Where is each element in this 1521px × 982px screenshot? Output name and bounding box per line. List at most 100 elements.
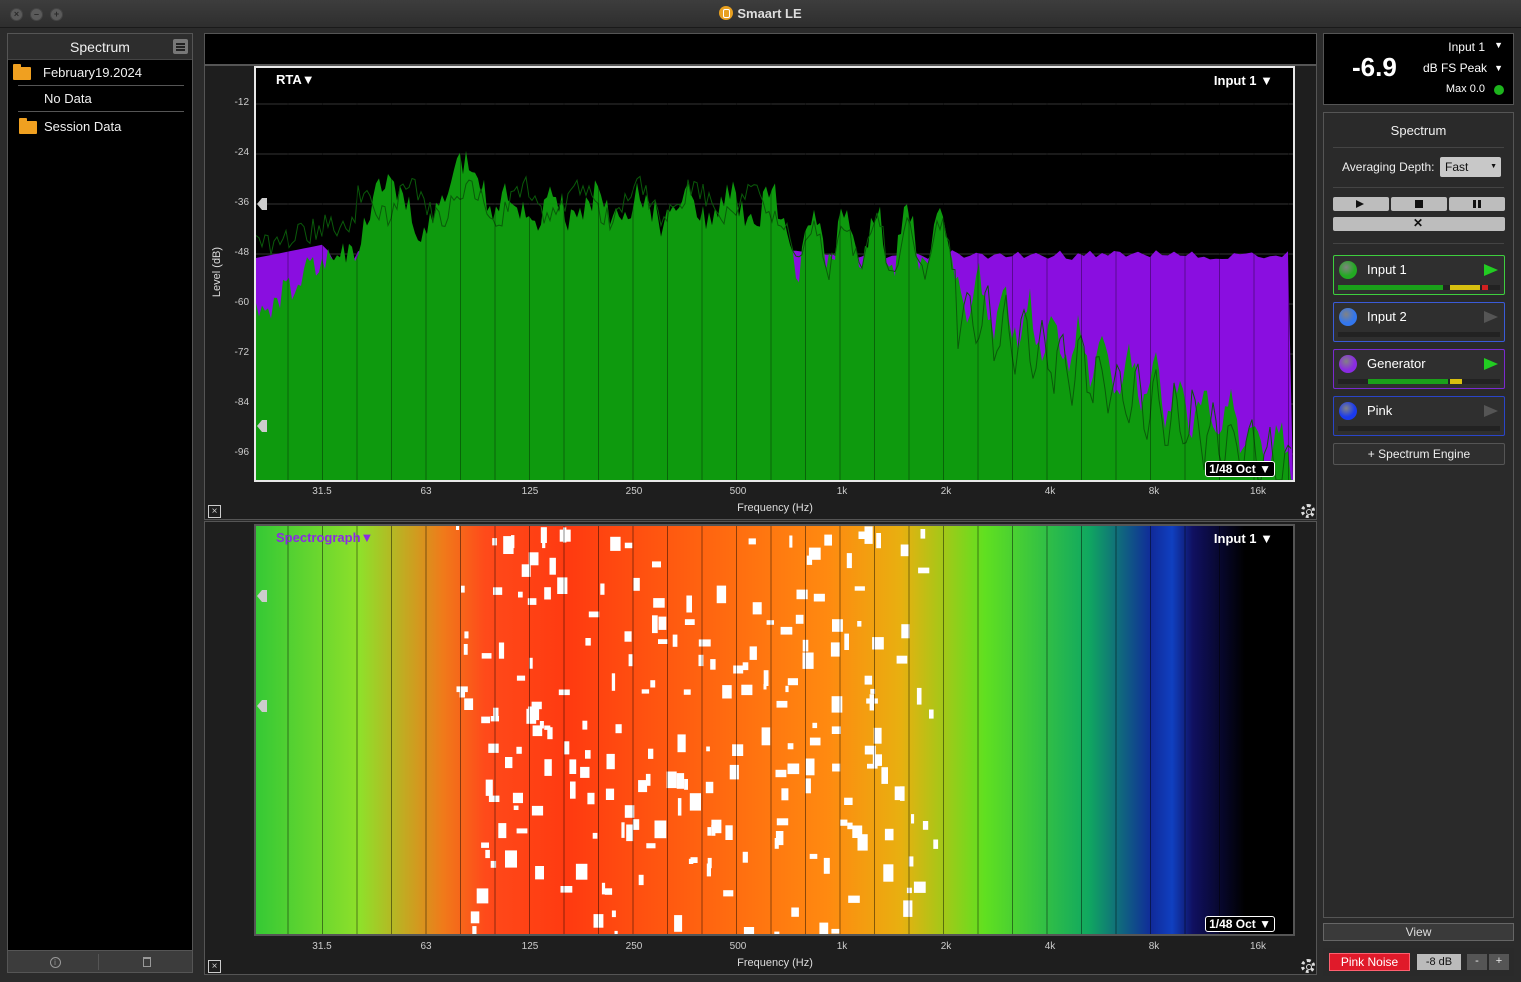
spectrograph-peak <box>633 577 640 591</box>
settings-gear-icon[interactable] <box>1301 504 1315 518</box>
spectrograph-peak <box>775 831 784 846</box>
spectrograph-peak <box>832 619 843 632</box>
level-increase-button[interactable]: + <box>1489 954 1509 970</box>
chevron-down-icon[interactable]: ▼ <box>1494 40 1503 50</box>
pause-button[interactable] <box>1449 197 1505 211</box>
meter-value: -6.9 <box>1352 52 1397 82</box>
measurement-input-1[interactable]: Input 1 <box>1333 255 1505 295</box>
rta-input-selector[interactable]: Input 1 ▼ <box>1214 73 1273 88</box>
spectrograph-peak <box>698 654 704 667</box>
x-tick-label: 125 <box>521 486 539 497</box>
x-tick-label: 8k <box>1148 486 1160 497</box>
view-button[interactable]: View <box>1323 923 1514 941</box>
spectrograph-peak <box>560 886 573 893</box>
spectrograph-peak <box>763 670 769 686</box>
status-led-icon <box>1494 85 1504 95</box>
rta-resolution-selector[interactable]: 1/48 Oct ▼ <box>1205 461 1275 477</box>
meter-unit-selector[interactable]: dB FS Peak <box>1423 61 1487 75</box>
level-decrease-button[interactable]: - <box>1467 954 1487 970</box>
spectrograph-peak <box>488 743 499 753</box>
spectrograph-peak <box>624 631 632 642</box>
spectrograph-peak <box>763 684 767 690</box>
spectrograph-peak <box>929 709 934 719</box>
spectrograph-peak <box>867 763 878 769</box>
spectrograph-peak <box>789 535 793 548</box>
measurement-pink[interactable]: Pink <box>1333 396 1505 436</box>
x-tick-label: 1k <box>836 941 848 952</box>
spectrograph-peak <box>585 750 591 759</box>
spectrograph-peak <box>641 689 650 694</box>
spectrograph-resolution-selector[interactable]: 1/48 Oct ▼ <box>1205 916 1275 932</box>
start-button[interactable] <box>1333 197 1389 211</box>
play-icon <box>1356 200 1364 208</box>
spectrograph-peak <box>787 743 794 750</box>
measurement-color-icon[interactable] <box>1339 308 1357 326</box>
spectrograph-peak <box>684 619 695 625</box>
spectrograph-peak <box>580 766 590 778</box>
spectrograph-peak <box>809 737 821 746</box>
spectrograph-peak <box>824 534 832 546</box>
x-tick-label: 63 <box>420 941 432 952</box>
spectrograph-peak <box>575 863 588 880</box>
measurement-input-2[interactable]: Input 2 <box>1333 302 1505 342</box>
spectrograph-peak <box>831 928 840 934</box>
tree-item-session-data[interactable]: Session Data <box>8 114 192 140</box>
averaging-select[interactable]: Fast ▼ <box>1440 157 1501 177</box>
spectrograph-peak <box>900 544 909 557</box>
chevron-down-icon[interactable]: ▼ <box>1494 63 1503 73</box>
spectrograph-peak <box>638 874 644 886</box>
generator-toggle-button[interactable]: Pink Noise <box>1329 953 1410 971</box>
spectrograph-peak <box>539 721 544 729</box>
spectrograph-peak <box>513 805 519 810</box>
rta-mode-selector[interactable]: RTA▼ <box>276 72 315 87</box>
play-icon[interactable] <box>1484 264 1498 276</box>
generator-bar: Pink Noise -8 dB - + <box>1323 948 1514 976</box>
x-tick-label: 2k <box>940 486 952 497</box>
meter-source-selector[interactable]: Input 1 <box>1448 40 1485 54</box>
spectrograph-peak <box>805 778 811 794</box>
rta-plot[interactable]: RTA▼ Input 1 ▼ 1/48 Oct ▼ <box>254 66 1295 482</box>
spectrograph-peak <box>831 696 843 713</box>
spectrograph-mode-selector[interactable]: Spectrograph▼ <box>276 530 373 545</box>
stop-icon <box>1415 200 1423 208</box>
spectrograph-peak <box>621 822 625 838</box>
close-pane-icon[interactable]: × <box>208 960 221 973</box>
spectrograph-peak <box>848 895 860 903</box>
tools-button[interactable]: ✕ <box>1333 216 1505 231</box>
menu-icon[interactable] <box>173 39 188 54</box>
x-tick-label: 250 <box>625 486 643 497</box>
close-pane-icon[interactable]: × <box>208 505 221 518</box>
tree-item-folder[interactable]: February19.2024 <box>8 60 192 86</box>
generator-level-field[interactable]: -8 dB <box>1417 954 1461 970</box>
spectrograph-peak <box>505 757 513 769</box>
spectrograph-peak <box>557 577 568 594</box>
spectrograph-peak <box>684 779 688 790</box>
tree-item-no-data[interactable]: No Data <box>8 86 192 112</box>
spectrograph-peak <box>781 788 789 801</box>
x-tick-label: 31.5 <box>312 486 332 497</box>
spectrograph-peak <box>809 853 818 859</box>
measurement-generator[interactable]: Generator <box>1333 349 1505 389</box>
spectrograph-peak <box>511 535 515 549</box>
add-spectrum-engine-button[interactable]: + Spectrum Engine <box>1333 443 1505 465</box>
spectrograph-peak <box>540 527 547 543</box>
play-icon[interactable] <box>1484 405 1498 417</box>
spectrograph-peak <box>531 701 542 710</box>
spectrograph-peak <box>830 642 840 657</box>
spectrograph-peak <box>688 858 694 864</box>
x-tick-label: 16k <box>1249 941 1267 952</box>
spectrograph-peak <box>535 866 544 880</box>
settings-gear-icon[interactable] <box>1301 959 1315 973</box>
info-button[interactable]: i <box>12 954 99 970</box>
play-icon[interactable] <box>1484 358 1498 370</box>
delete-button[interactable] <box>103 954 190 970</box>
stop-button[interactable] <box>1391 197 1447 211</box>
level-bar <box>1338 426 1500 431</box>
measurement-color-icon[interactable] <box>1339 355 1357 373</box>
spectrograph-peak <box>674 915 683 932</box>
spectrograph-plot[interactable]: Spectrograph▼ Input 1 ▼ 1/48 Oct ▼ <box>254 524 1295 936</box>
play-icon[interactable] <box>1484 311 1498 323</box>
measurement-color-icon[interactable] <box>1339 402 1357 420</box>
spectrograph-input-selector[interactable]: Input 1 ▼ <box>1214 531 1273 546</box>
measurement-color-icon[interactable] <box>1339 261 1357 279</box>
